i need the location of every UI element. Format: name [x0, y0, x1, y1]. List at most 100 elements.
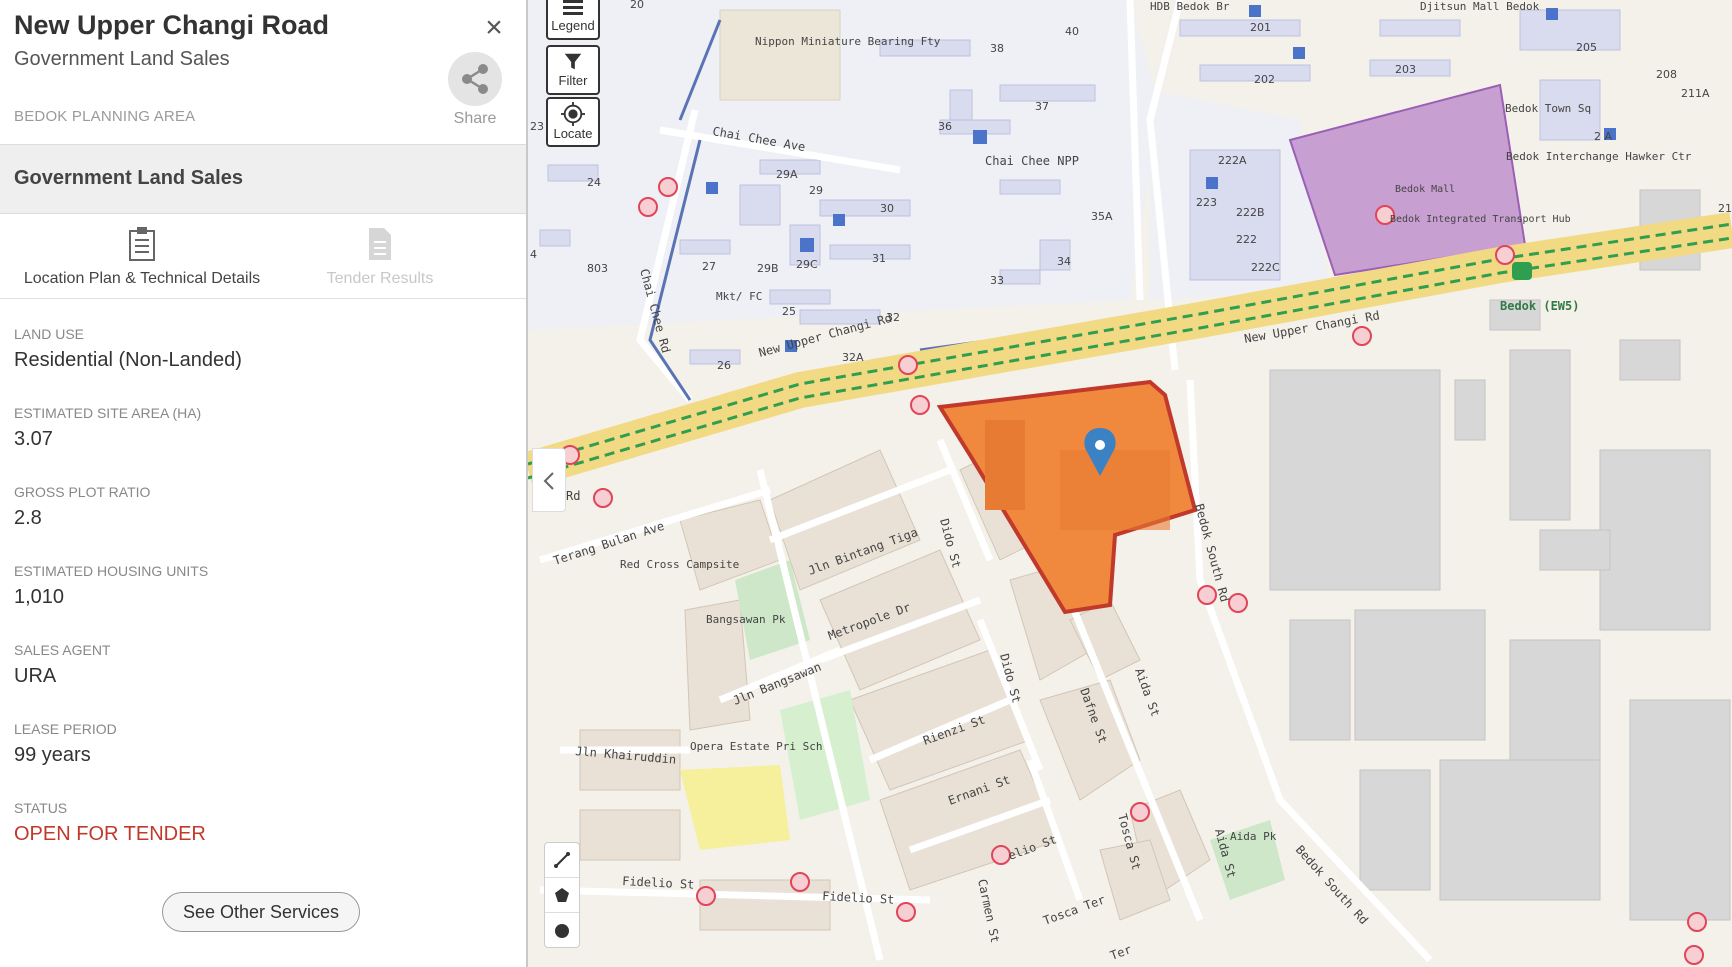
field-key: LEASE PERIOD: [14, 721, 117, 737]
mrt-station-icon[interactable]: [1512, 262, 1532, 280]
chevron-left-icon: [543, 472, 554, 490]
blk-34: 34: [1057, 255, 1071, 268]
blk-222c: 222C: [1251, 261, 1280, 274]
label-rd-left: Rd: [566, 489, 580, 503]
label-chai-chee-npp: Chai Chee NPP: [985, 154, 1079, 168]
field-land-use: LAND USE Residential (Non-Landed): [14, 326, 242, 372]
close-button[interactable]: ×: [480, 11, 508, 44]
blk-32a: 32A: [842, 351, 864, 364]
list-icon: [563, 0, 583, 15]
draw-line-button[interactable]: [545, 843, 579, 878]
legend-button[interactable]: Legend: [546, 0, 600, 40]
section-header: Government Land Sales: [0, 144, 526, 214]
label-aida-st: Aida St: [1132, 666, 1162, 718]
label-bangsawan-pk: Bangsawan Pk: [706, 613, 786, 626]
blk-37: 37: [1035, 100, 1049, 113]
blk-40: 40: [1065, 25, 1079, 38]
blk-23: 23: [530, 120, 544, 133]
blk-208: 208: [1656, 68, 1677, 81]
draw-polygon-button[interactable]: [545, 878, 579, 913]
blk-29c: 29C: [796, 258, 818, 271]
blk-32: 32: [886, 311, 900, 324]
filter-icon: [564, 53, 582, 70]
collapse-panel-button[interactable]: [532, 448, 566, 512]
tab-tender-results-label: Tender Results: [326, 270, 434, 287]
field-key: ESTIMATED SITE AREA (HA): [14, 405, 202, 421]
field-key: LAND USE: [14, 326, 85, 342]
draw-circle-button[interactable]: [545, 913, 579, 948]
label-mkt-fc: Mkt/ FC: [716, 290, 762, 303]
app-root: New Upper Changi Rd New Upper Changi Rd …: [0, 0, 1732, 967]
blk-222a: 222A: [1218, 154, 1247, 167]
blk-30: 30: [880, 202, 894, 215]
field-value: 3.07: [14, 428, 53, 450]
blk-803: 803: [587, 262, 608, 275]
status-badge: OPEN FOR TENDER: [14, 823, 206, 845]
blk-4: 4: [530, 248, 537, 261]
field-key: STATUS: [14, 800, 68, 816]
draw-tools: [544, 842, 580, 948]
label-carmen: Carmen St: [975, 878, 1002, 945]
label-aida-pk: Aida Pk: [1230, 830, 1277, 843]
locate-icon: [561, 102, 585, 126]
tab-location-plan[interactable]: Location Plan & Technical Details: [14, 220, 270, 298]
blk-205: 205: [1576, 41, 1597, 54]
field-lease-period: LEASE PERIOD 99 years: [14, 721, 117, 767]
label-hdb-bedok: HDB Bedok Br: [1150, 0, 1230, 13]
polygon-tool-icon: [555, 888, 569, 902]
field-value: URA: [14, 665, 57, 687]
share-button[interactable]: [448, 52, 502, 106]
field-key: GROSS PLOT RATIO: [14, 484, 151, 500]
bedok-mall-area[interactable]: [1288, 83, 1527, 277]
close-icon: ×: [485, 11, 503, 44]
field-value: 99 years: [14, 744, 91, 766]
blk-25: 25: [782, 305, 796, 318]
blk-29b: 29B: [757, 262, 779, 275]
blk-29: 29: [809, 184, 823, 197]
map-view[interactable]: New Upper Changi Rd New Upper Changi Rd …: [528, 0, 1732, 967]
blk-35a: 35A: [1091, 210, 1113, 223]
blk-36: 36: [938, 120, 952, 133]
blk-20: 20: [630, 0, 644, 11]
circle-tool-icon: [555, 923, 569, 938]
blk-222b: 222B: [1236, 206, 1265, 219]
label-opera-estate: Opera Estate Pri Sch: [690, 740, 822, 753]
blk-203: 203: [1395, 63, 1416, 76]
blk-202: 202: [1254, 73, 1275, 86]
field-value: Residential (Non-Landed): [14, 349, 242, 371]
label-red-cross: Red Cross Campsite: [620, 558, 739, 571]
planning-area-label: BEDOK PLANNING AREA: [14, 108, 196, 125]
blk-38: 38: [990, 42, 1004, 55]
tab-tender-results[interactable]: Tender Results: [300, 220, 460, 298]
label-djitsun: Djitsun Mall Bedok: [1420, 0, 1540, 13]
blk-27: 27: [702, 260, 716, 273]
label-bedok-town-sq: Bedok Town Sq: [1505, 102, 1591, 115]
tab-location-plan-label: Location Plan & Technical Details: [23, 270, 261, 287]
blk-21: 21: [1718, 202, 1732, 215]
filter-button[interactable]: Filter: [546, 45, 600, 95]
field-site-area: ESTIMATED SITE AREA (HA) 3.07: [14, 405, 201, 451]
map-canvas[interactable]: New Upper Changi Rd New Upper Changi Rd …: [528, 0, 1732, 967]
page-title: New Upper Changi Road: [14, 10, 330, 40]
blk-29a: 29A: [776, 168, 798, 181]
field-value: 1,010: [14, 586, 65, 608]
line-tool-icon: [554, 852, 570, 868]
see-other-services-button[interactable]: See Other Services: [162, 892, 360, 932]
blk-31: 31: [872, 252, 886, 265]
label-ter: Ter: [1108, 942, 1133, 963]
document-icon: [369, 228, 391, 260]
opera-estate-school: [680, 765, 790, 850]
label-bedok-interchange: Bedok Interchange Hawker Ctr: [1506, 150, 1692, 163]
field-sales-agent: SALES AGENT URA: [14, 642, 110, 688]
label-nippon: Nippon Miniature Bearing Fty: [755, 35, 941, 48]
label-fidelio-2: Fidelio St: [822, 889, 895, 907]
blk-2a: 2 A: [1594, 130, 1612, 143]
label-tosca-ter: Tosca Ter: [1041, 892, 1107, 927]
field-status: STATUS OPEN FOR TENDER: [14, 800, 206, 846]
locate-button[interactable]: Locate: [546, 97, 600, 147]
blk-24: 24: [587, 176, 601, 189]
blk-222: 222: [1236, 233, 1257, 246]
divider: [0, 298, 526, 299]
field-key: SALES AGENT: [14, 642, 111, 658]
locate-label: Locate: [553, 126, 593, 141]
